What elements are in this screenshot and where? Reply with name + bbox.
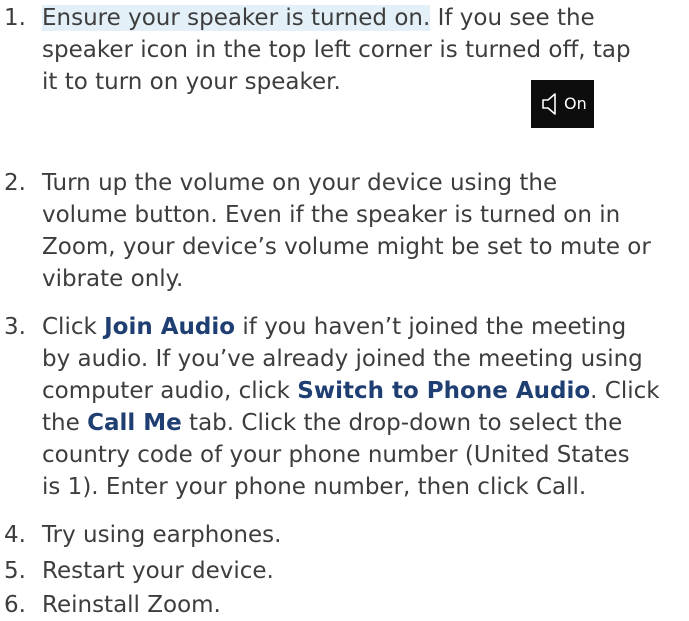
- switch-to-phone-audio-term: Switch to Phone Audio: [297, 378, 591, 404]
- call-me-term: Call Me: [87, 410, 182, 436]
- step-text: Restart your device.: [42, 558, 274, 584]
- step-number: 4.: [4, 522, 26, 548]
- step-number: 2.: [4, 170, 26, 196]
- step-number: 5.: [4, 558, 26, 584]
- step-number: 6.: [4, 592, 26, 618]
- speaker-icon: [542, 93, 556, 115]
- step-4: 4. Try using earphones.: [0, 519, 689, 551]
- step-3: 3. Click Join Audio if you haven’t joine…: [0, 311, 689, 503]
- step-number: 1.: [4, 5, 26, 31]
- step-number: 3.: [4, 314, 26, 340]
- join-audio-term: Join Audio: [104, 314, 236, 340]
- speaker-on-button[interactable]: On: [531, 80, 594, 128]
- step-text: Reinstall Zoom.: [42, 592, 221, 618]
- step-text: Try using earphones.: [42, 522, 282, 548]
- speaker-on-label: On: [564, 94, 587, 113]
- step-6: 6. Reinstall Zoom.: [0, 589, 689, 621]
- step-5: 5. Restart your device.: [0, 555, 689, 587]
- troubleshooting-steps: 1. Ensure your speaker is turned on. If …: [0, 0, 689, 621]
- step-1: 1. Ensure your speaker is turned on. If …: [0, 2, 689, 128]
- step-2: 2. Turn up the volume on your device usi…: [0, 167, 689, 295]
- highlighted-text: Ensure your speaker is turned on.: [42, 5, 431, 31]
